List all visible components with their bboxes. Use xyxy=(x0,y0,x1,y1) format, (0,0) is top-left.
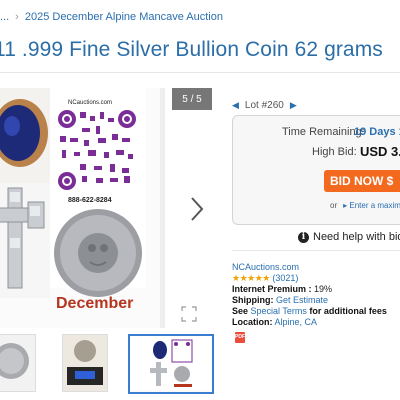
breadcrumb-current[interactable]: 2025 December Alpine Mancave Auction xyxy=(25,11,223,23)
title-divider xyxy=(0,72,400,73)
pdf-icon[interactable]: PDF xyxy=(235,332,245,343)
seller-name-link[interactable]: NCAuctions.com xyxy=(232,262,299,272)
location-link[interactable]: Alpine, CA xyxy=(275,317,318,327)
bidding-help-text: Need help with biddin xyxy=(313,231,400,243)
collage-image: NCauctions.com 888-622-8284 December xyxy=(0,88,146,312)
max-bid-row: or ▸ Enter a maximum xyxy=(330,201,400,210)
qr-card-month: December xyxy=(56,295,133,312)
chevron-right-icon[interactable] xyxy=(186,196,208,226)
max-bid-link[interactable]: ▸ Enter a maximum xyxy=(343,201,400,210)
breadcrumb-separator: › xyxy=(15,11,19,23)
bidding-help[interactable]: i Need help with biddin xyxy=(298,231,400,243)
high-bid-value: USD 3.0 xyxy=(360,144,400,159)
terms-suffix: for additional fees xyxy=(309,306,387,316)
breadcrumb: ... › 2025 December Alpine Mancave Aucti… xyxy=(0,7,223,27)
time-remaining-value: 19 Days 15 xyxy=(354,126,400,138)
premium-label: Internet Premium : xyxy=(232,284,312,294)
gallery-divider xyxy=(160,88,165,328)
shipping-estimate-link[interactable]: Get Estimate xyxy=(276,295,328,305)
location-label: Location: xyxy=(232,317,273,327)
image-counter: 5 / 5 xyxy=(172,88,212,110)
max-bid-link-label: Enter a maximum xyxy=(349,201,400,210)
premium-value: 19% xyxy=(314,284,333,294)
terms-prefix: See xyxy=(232,306,249,316)
breadcrumb-prefix[interactable]: ... xyxy=(0,11,9,23)
or-text: or xyxy=(330,201,338,210)
main-image-gallery[interactable]: NCauctions.com 888-622-8284 December xyxy=(0,88,212,328)
shipping-label: Shipping: xyxy=(232,295,274,305)
qr-card-header: NCauctions.com xyxy=(68,100,112,106)
lot-label: Lot #260 xyxy=(244,100,284,111)
expand-icon[interactable] xyxy=(180,305,198,323)
thumbnail-coin[interactable] xyxy=(0,334,36,392)
bid-now-label: BID NOW $ xyxy=(330,174,394,188)
thumbnail-scale[interactable] xyxy=(62,334,108,392)
seller-info: NCAuctions.com ★★★★★ (3021) Internet Pre… xyxy=(232,262,387,328)
next-lot-icon[interactable]: ▶ xyxy=(290,100,297,111)
lot-navigation: ◀ Lot #260 ▶ xyxy=(232,100,297,111)
bid-now-button[interactable]: BID NOW $ xyxy=(324,170,400,192)
thumbnail-collage-active[interactable] xyxy=(128,334,214,394)
time-remaining-label: Time Remaining: xyxy=(282,126,365,138)
rating-stars: ★★★★★ xyxy=(232,273,270,283)
prev-lot-icon[interactable]: ◀ xyxy=(232,100,239,111)
rating-count-link[interactable]: (3021) xyxy=(272,273,298,283)
high-bid-label: High Bid: xyxy=(312,146,357,158)
page-title: 11 .999 Fine Silver Bullion Coin 62 gram… xyxy=(0,38,383,61)
qr-card-phone: 888-622-8284 xyxy=(68,197,112,204)
main-image[interactable]: NCauctions.com 888-622-8284 December xyxy=(0,88,162,328)
special-terms-link[interactable]: Special Terms xyxy=(251,306,307,316)
info-icon: i xyxy=(298,231,309,243)
seller-divider xyxy=(232,250,400,251)
